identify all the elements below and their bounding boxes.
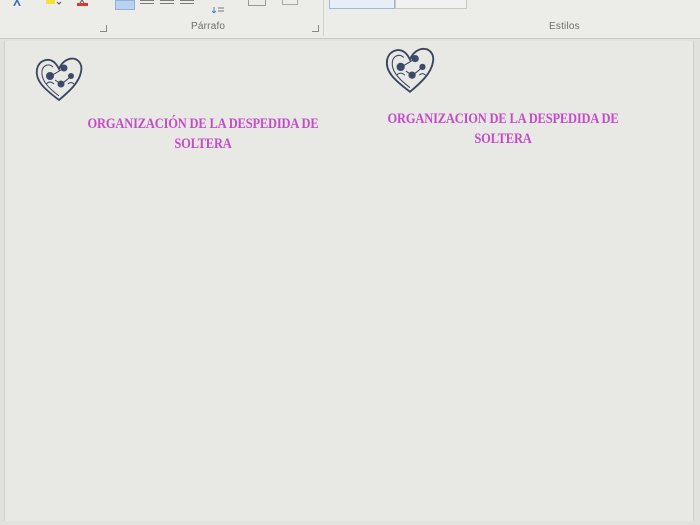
styles-group-label: Estilos [549, 21, 580, 32]
title-right-line-2: SOLTERA [474, 131, 532, 147]
document-title-right[interactable]: ORGANIZACION DE LA DESPEDIDA DE SOLTERA [374, 109, 632, 149]
document-page[interactable]: ORGANIZACIÓN DE LA DESPEDIDA DE SOLTERA … [4, 41, 694, 521]
document-title-left[interactable]: ORGANIZACIÓN DE LA DESPEDIDA DE SOLTERA [74, 114, 332, 154]
ribbon-separator [323, 0, 324, 36]
highlight-color-icon[interactable] [44, 0, 62, 6]
title-left-line-2: SOLTERA [174, 136, 232, 152]
floral-heart-icon [385, 47, 435, 93]
style-no-spacing[interactable] [395, 0, 467, 9]
align-center-button[interactable] [140, 0, 154, 6]
text-effects-icon[interactable] [12, 0, 26, 6]
document-area[interactable]: ORGANIZACIÓN DE LA DESPEDIDA DE SOLTERA … [0, 39, 700, 525]
ribbon-toolbar [0, 0, 700, 36]
justify-button[interactable] [180, 0, 194, 6]
paragraph-group-label: Párrafo [191, 21, 226, 32]
align-left-button[interactable] [115, 0, 135, 10]
title-left-line-1: ORGANIZACIÓN DE LA DESPEDIDA DE [87, 116, 319, 132]
font-color-icon[interactable] [76, 0, 90, 6]
word-window: Párrafo Estilos ORGANIZACIÓN DE LA DESPE… [0, 0, 700, 525]
title-right-line-1: ORGANIZACION DE LA DESPEDIDA DE [387, 111, 619, 127]
font-dialog-launcher[interactable] [100, 25, 107, 32]
borders-icon[interactable] [282, 0, 298, 5]
ribbon: Párrafo Estilos [0, 0, 700, 39]
align-right-button[interactable] [160, 0, 174, 6]
line-spacing-icon[interactable] [211, 0, 224, 14]
shading-icon[interactable] [248, 0, 266, 6]
style-normal[interactable] [329, 0, 395, 9]
paragraph-dialog-launcher[interactable] [312, 25, 319, 32]
floral-heart-icon [35, 57, 83, 102]
